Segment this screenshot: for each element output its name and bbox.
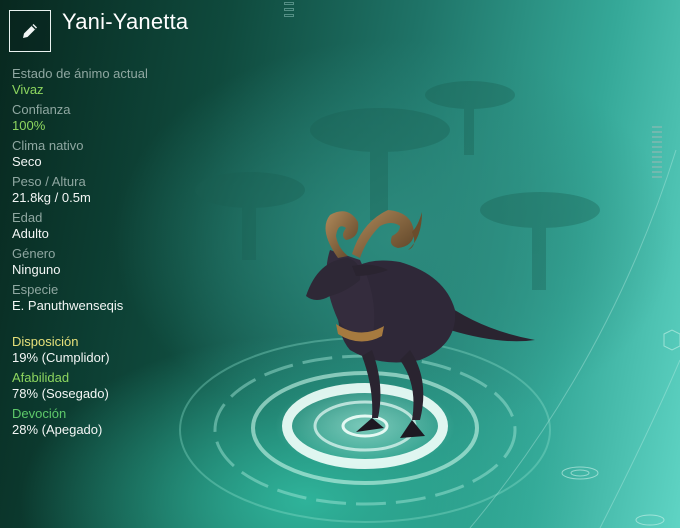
trait-label: Afabilidad (12, 370, 70, 385)
grid-ticks (284, 2, 294, 20)
stat-mood: Estado de ánimo actual Vivaz (12, 66, 252, 98)
stat-gender: Género Ninguno (12, 246, 252, 278)
stat-label: Peso / Altura (12, 174, 86, 189)
stat-value: 21.8kg / 0.5m (12, 190, 91, 205)
stat-age: Edad Adulto (12, 210, 252, 242)
stat-value: 100% (12, 118, 46, 133)
stat-value: Ninguno (12, 262, 61, 277)
trait-label: Disposición (12, 334, 79, 349)
trait-value: 78% (Sosegado) (12, 386, 109, 401)
hexagon-marker (663, 329, 680, 351)
stat-label: Especie (12, 282, 59, 297)
trait-value: 19% (Cumplidor) (12, 350, 110, 365)
rename-button[interactable] (9, 10, 51, 52)
small-rings (561, 466, 665, 526)
stat-label: Género (12, 246, 56, 261)
stat-species: Especie E. Panuthwenseqis (12, 282, 252, 314)
trait-disposition: Disposición 19% (Cumplidor) (12, 334, 252, 366)
mushroom-silhouettes (195, 81, 600, 290)
stat-climate: Clima nativo Seco (12, 138, 252, 170)
stat-value: Seco (12, 154, 42, 169)
stat-value: Vivaz (12, 82, 44, 97)
stat-value: E. Panuthwenseqis (12, 298, 124, 313)
stat-trust: Confianza 100% (12, 102, 252, 134)
trait-devotion: Devoción 28% (Apegado) (12, 406, 252, 438)
stat-label: Clima nativo (12, 138, 84, 153)
trait-value: 28% (Apegado) (12, 422, 103, 437)
pencil-icon (23, 24, 37, 38)
trait-friendliness: Afabilidad 78% (Sosegado) (12, 370, 252, 402)
trait-label: Devoción (12, 406, 67, 421)
stat-weight-height: Peso / Altura 21.8kg / 0.5m (12, 174, 252, 206)
stat-label: Edad (12, 210, 43, 225)
stat-value: Adulto (12, 226, 49, 241)
creature-stats: Estado de ánimo actual Vivaz Confianza 1… (12, 66, 252, 438)
stat-label: Confianza (12, 102, 71, 117)
stat-label: Estado de ánimo actual (12, 66, 148, 81)
scroll-indicator (652, 126, 662, 181)
creature-name: Yani-Yanetta (62, 9, 189, 34)
